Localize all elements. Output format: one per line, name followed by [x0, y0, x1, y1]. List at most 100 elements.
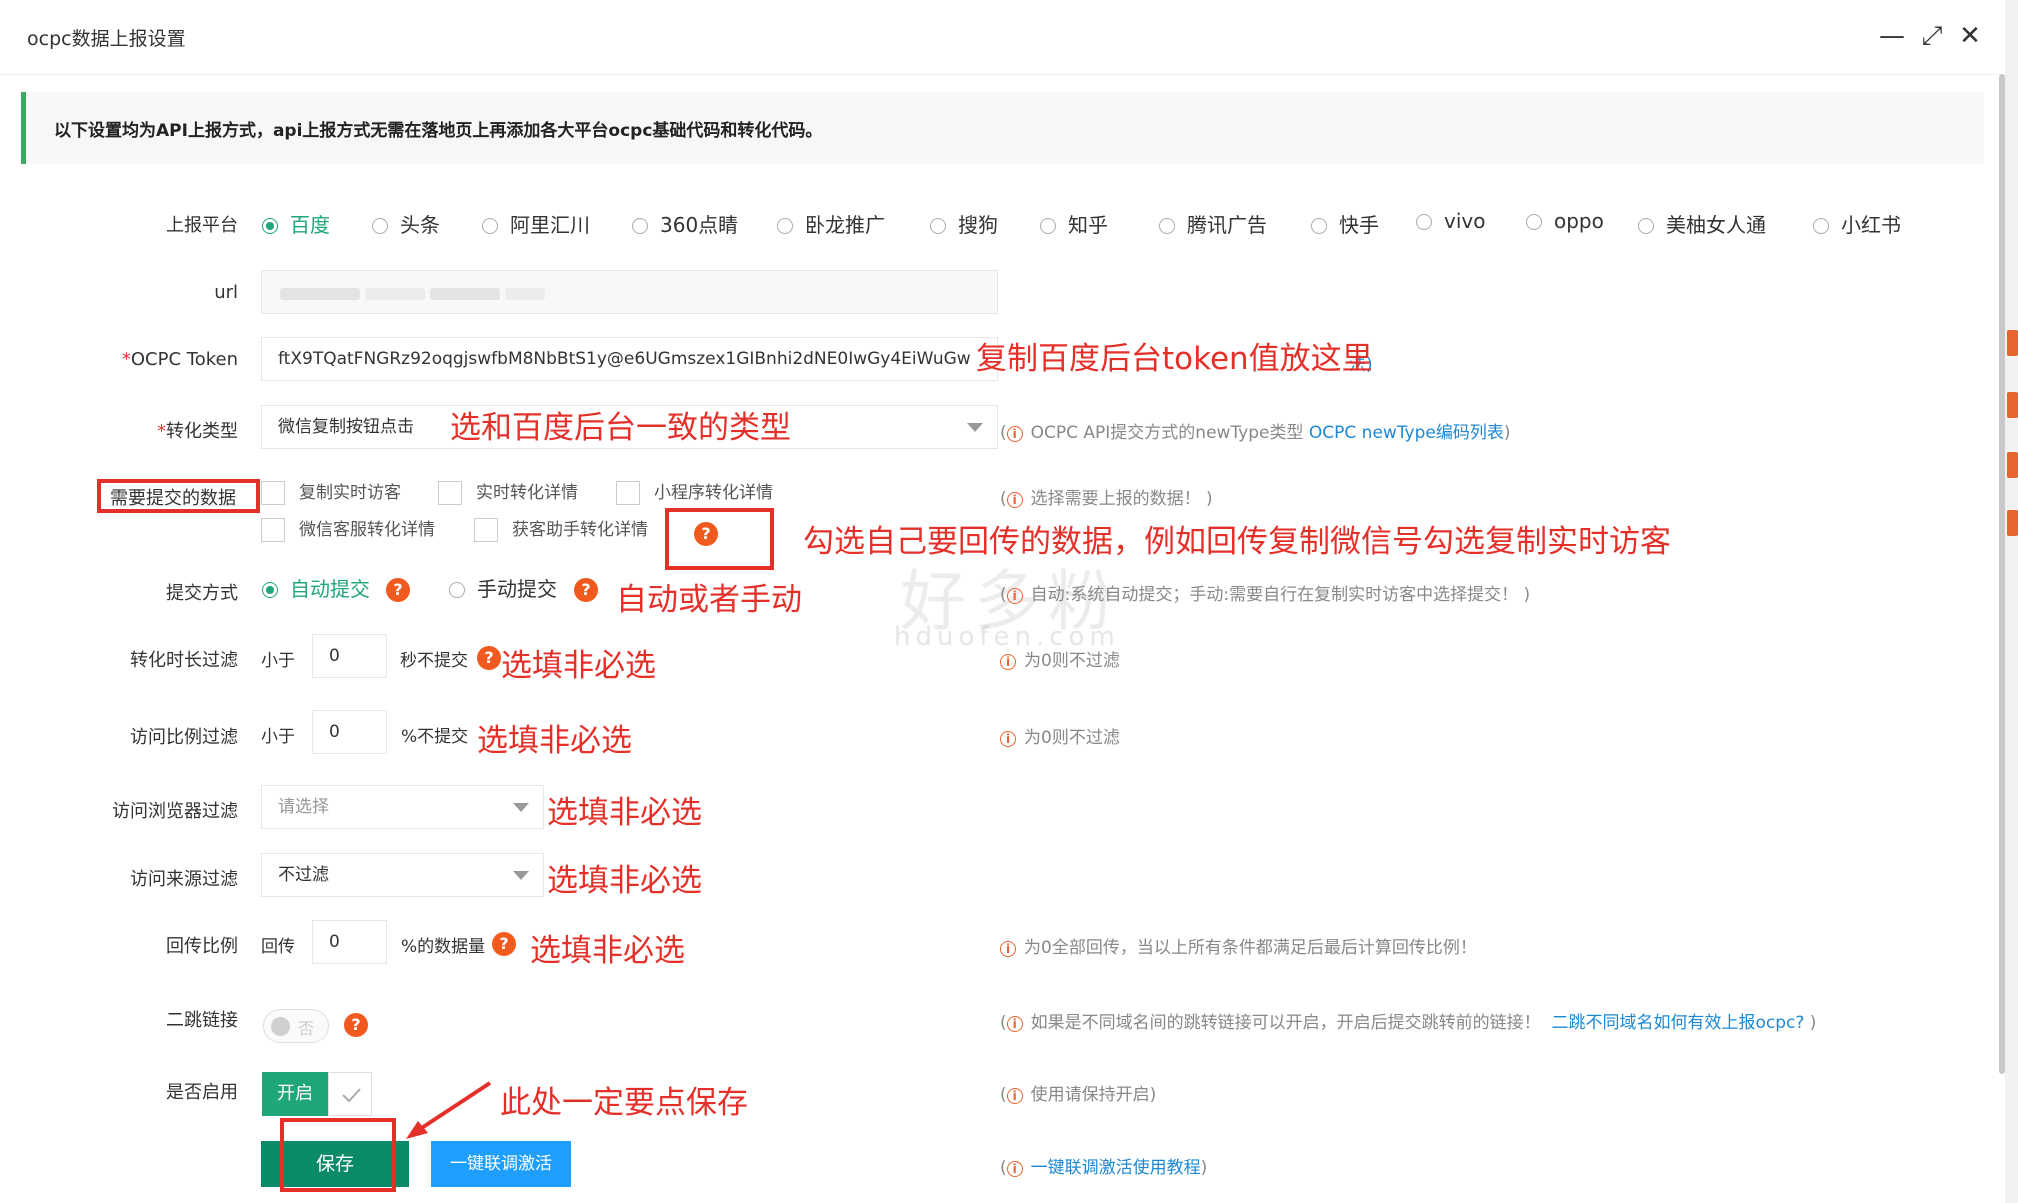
radio-circle[interactable]: [372, 218, 388, 234]
radio-circle[interactable]: [1159, 218, 1175, 234]
submit-mode-label: 提交方式: [166, 583, 238, 604]
checkbox-box[interactable]: [616, 481, 640, 505]
checkbox-box[interactable]: [261, 518, 285, 542]
enabled-on-button[interactable]: 开启: [262, 1072, 328, 1116]
annotation-optional-ratio: 选填非必选: [477, 723, 632, 759]
annotation-type: 选和百度后台一致的类型: [450, 410, 791, 446]
platform-radio-label: 知乎: [1068, 213, 1108, 237]
duration-filter-input[interactable]: 0: [312, 634, 387, 678]
annotation-arrow-icon: [406, 1081, 492, 1139]
callback-ratio-label: 回传比例: [166, 936, 238, 957]
platform-radio-10[interactable]: oppo: [1526, 209, 1604, 233]
info-icon: i: [1006, 1088, 1023, 1104]
platform-radio-8[interactable]: 快手: [1311, 209, 1379, 238]
chevron-down-icon: [967, 423, 983, 432]
info-icon: i: [1006, 1016, 1023, 1032]
checkbox-copy-visitor[interactable]: 复制实时访客: [261, 478, 401, 505]
info-icon: i: [1000, 941, 1016, 957]
ratio-filter-prefix: 小于: [261, 727, 295, 747]
annotation-save: 此处一定要点保存: [500, 1085, 748, 1121]
radio-circle[interactable]: [1416, 214, 1432, 230]
platform-radio-4[interactable]: 卧龙推广: [777, 209, 885, 238]
platform-radio-0[interactable]: 百度: [262, 209, 330, 238]
radio-auto-submit[interactable]: 自动提交: [262, 573, 370, 602]
source-filter-value: 不过滤: [278, 865, 329, 885]
info-icon: i: [1000, 731, 1016, 747]
annotation-data: 勾选自己要回传的数据，例如回传复制微信号勾选复制实时访客: [803, 524, 1671, 560]
help-icon[interactable]: ?: [386, 578, 410, 602]
newtype-list-link[interactable]: OCPC newType编码列表: [1309, 423, 1504, 443]
duration-filter-prefix: 小于: [261, 651, 295, 671]
info-icon: i: [1006, 1161, 1023, 1177]
radio-circle[interactable]: [930, 218, 946, 234]
ratio-filter-suffix: %不提交: [401, 727, 469, 747]
radio-circle[interactable]: [777, 218, 793, 234]
enabled-check[interactable]: [328, 1072, 372, 1116]
browser-filter-label: 访问浏览器过滤: [112, 801, 238, 822]
radio-circle[interactable]: [1638, 218, 1654, 234]
checkbox-box[interactable]: [438, 481, 462, 505]
radio-circle[interactable]: [449, 582, 465, 598]
platform-radio-6[interactable]: 知乎: [1040, 209, 1108, 238]
platform-radio-7[interactable]: 腾讯广告: [1159, 209, 1267, 238]
second-jump-help-link[interactable]: 二跳不同域名如何有效上报ocpc?: [1551, 1013, 1804, 1033]
platform-radio-9[interactable]: vivo: [1416, 209, 1485, 233]
close-icon[interactable]: ✕: [1952, 18, 1988, 54]
notice-text: 以下设置均为API上报方式，api上报方式无需在落地页上再添加各大平台ocpc基…: [54, 121, 823, 141]
window-title: ocpc数据上报设置: [27, 28, 186, 50]
info-icon: i: [1006, 492, 1023, 508]
platform-radio-label: 腾讯广告: [1187, 213, 1267, 237]
radio-circle[interactable]: [1813, 218, 1829, 234]
radio-circle[interactable]: [262, 582, 278, 598]
checkbox-realtime-conversion[interactable]: 实时转化详情: [438, 478, 578, 505]
duration-filter-label: 转化时长过滤: [130, 650, 238, 671]
ratio-filter-input[interactable]: 0: [312, 710, 387, 754]
info-icon: i: [1006, 426, 1023, 442]
chevron-down-icon: [513, 871, 529, 880]
checkbox-box[interactable]: [474, 518, 498, 542]
callback-ratio-input[interactable]: 0: [312, 920, 387, 964]
platform-radio-3[interactable]: 360点睛: [632, 209, 738, 238]
platform-radio-label: 卧龙推广: [805, 213, 885, 237]
platform-radio-label: 小红书: [1841, 213, 1901, 237]
help-icon[interactable]: ?: [492, 932, 516, 956]
platform-radio-1[interactable]: 头条: [372, 209, 440, 238]
platform-radio-label: 头条: [400, 213, 440, 237]
annotation-box-submit-data: [97, 479, 260, 513]
checkbox-miniprogram-conversion[interactable]: 小程序转化详情: [616, 478, 773, 505]
help-icon[interactable]: ?: [344, 1013, 368, 1037]
second-jump-label: 二跳链接: [166, 1010, 238, 1031]
token-input[interactable]: ftX9TQatFNGRz92oqgjswfbM8NbBtS1y@e6UGmsz…: [261, 337, 998, 381]
title-bar: ocpc数据上报设置 — ⤢ ✕: [0, 0, 2000, 75]
tutorial-link[interactable]: 一键联调激活使用教程: [1031, 1158, 1201, 1178]
link-activate-button[interactable]: 一键联调激活: [431, 1141, 571, 1187]
minimize-icon[interactable]: —: [1874, 18, 1910, 54]
browser-filter-select[interactable]: 请选择: [261, 785, 544, 829]
annotation-token: 复制百度后台token值放这里: [976, 341, 1373, 377]
platform-radio-2[interactable]: 阿里汇川: [482, 209, 590, 238]
radio-circle[interactable]: [1311, 218, 1327, 234]
second-jump-toggle[interactable]: 否: [263, 1009, 329, 1043]
platform-radio-5[interactable]: 搜狗: [930, 209, 998, 238]
radio-manual-submit[interactable]: 手动提交: [449, 573, 557, 602]
maximize-icon[interactable]: ⤢: [1914, 18, 1950, 54]
radio-circle[interactable]: [632, 218, 648, 234]
checkbox-wechat-service-conversion[interactable]: 微信客服转化详情: [261, 515, 435, 542]
platform-radio-12[interactable]: 小红书: [1813, 209, 1901, 238]
source-filter-select[interactable]: 不过滤: [261, 853, 544, 897]
platform-radio-11[interactable]: 美柚女人通: [1638, 209, 1766, 238]
annotation-optional-source: 选填非必选: [547, 863, 702, 899]
conversion-type-value: 微信复制按钮点击: [278, 417, 414, 437]
tutorial-hint: (i 一键联调激活使用教程): [1000, 1158, 1208, 1178]
radio-circle[interactable]: [1526, 214, 1542, 230]
platform-radio-label: oppo: [1554, 209, 1604, 233]
radio-circle[interactable]: [1040, 218, 1056, 234]
help-icon[interactable]: ?: [574, 578, 598, 602]
checkbox-acquisition-assistant-conversion[interactable]: 获客助手转化详情: [474, 515, 648, 542]
radio-circle[interactable]: [262, 218, 278, 234]
help-icon[interactable]: ?: [477, 646, 501, 670]
platform-radio-label: 美柚女人通: [1666, 213, 1766, 237]
checkbox-box[interactable]: [261, 481, 285, 505]
url-label: url: [214, 282, 238, 303]
radio-circle[interactable]: [482, 218, 498, 234]
